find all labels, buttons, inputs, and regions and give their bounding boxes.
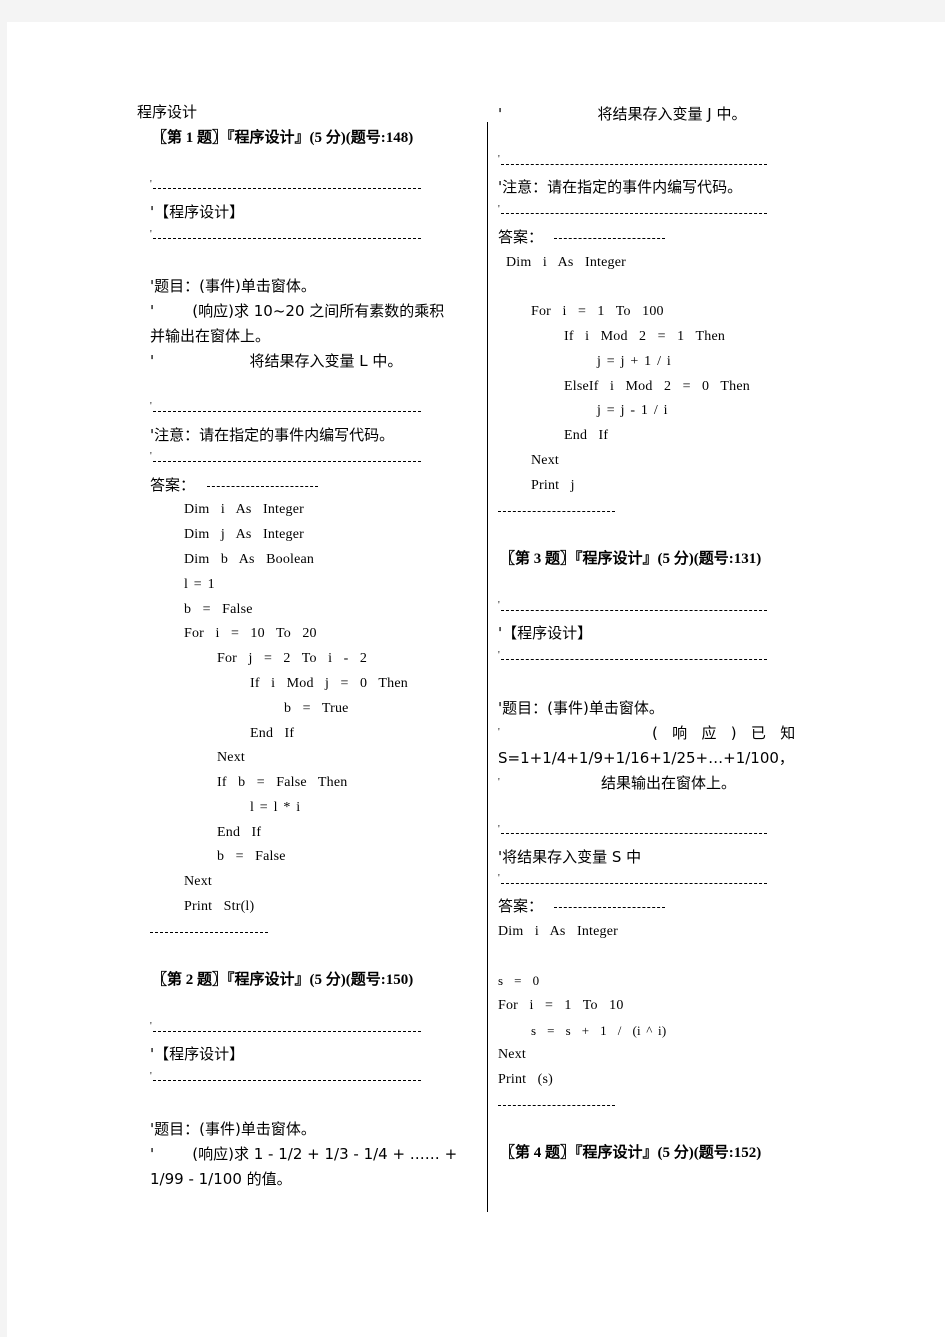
question-1-response-1: ' (响应)求 10~20 之间所有素数的乘积 (150, 302, 445, 320)
dashed-rule (153, 461, 421, 462)
question-2-note: '注意：请在指定的事件内编写代码。 (498, 178, 743, 196)
question-3-note: '将结果存入变量 S 中 (498, 848, 642, 866)
code-line: If b = False Then (217, 775, 348, 790)
question-1-tag: '【程序设计】 (150, 203, 245, 221)
question-1-answer-label: 答案： (150, 476, 196, 494)
comment-mark: ' (498, 873, 500, 884)
code-line: l = l * i (250, 800, 301, 815)
code-line: b = True (284, 701, 349, 716)
question-3-response-1: ( 响 应 ) 已 知 (652, 724, 796, 742)
comment-mark: ' (150, 1021, 152, 1032)
code-line: s = 0 (498, 973, 540, 988)
code-line: s = s + 1 / (i ^ i) (531, 1023, 667, 1038)
code-line: ElseIf i Mod 2 = 0 Then (564, 379, 750, 394)
dashed-rule (153, 188, 421, 189)
question-4-heading: 〖第 4 题〗『程序设计』(5 分)(题号:152) (500, 1145, 762, 1161)
question-2-heading: 〖第 2 题〗『程序设计』(5 分)(题号:150) (152, 972, 414, 988)
dashed-rule (498, 1105, 615, 1106)
question-2-answer-label: 答案： (498, 228, 544, 246)
dashed-rule (153, 1031, 421, 1032)
code-line: j = j - 1 / i (597, 403, 668, 418)
question-3-tag: '【程序设计】 (498, 624, 593, 642)
question-2-store: ' 将结果存入变量 J 中。 (498, 105, 747, 123)
code-line: Dim i As Integer (498, 924, 619, 939)
question-1-response-2: 并输出在窗体上。 (150, 327, 271, 345)
question-2-tag: '【程序设计】 (150, 1045, 245, 1063)
code-line: Next (217, 750, 246, 765)
code-line: If i Mod j = 0 Then (250, 676, 408, 691)
dashed-rule (554, 907, 665, 908)
comment-mark: ' (150, 451, 152, 462)
question-1-task: '题目：(事件)单击窗体。 (150, 277, 316, 295)
question-2-response-1: ' (响应)求 1 - 1/2 + 1/3 - 1/4 + …… + (150, 1145, 458, 1163)
question-3-response-2: S=1+1/4+1/9+1/16+1/25+…+1/100， (498, 749, 794, 767)
code-line: Dim i As Integer (184, 502, 305, 517)
dashed-rule (150, 932, 268, 933)
comment-mark: ' (498, 154, 500, 165)
question-3-store: 结果输出在窗体上。 (601, 774, 737, 792)
dashed-rule (501, 164, 767, 165)
question-2-task: '题目：(事件)单击窗体。 (150, 1120, 316, 1138)
question-3-heading: 〖第 3 题〗『程序设计』(5 分)(题号:131) (500, 551, 762, 567)
dashed-rule (153, 1080, 421, 1081)
code-line: For i = 1 To 100 (531, 304, 664, 319)
dashed-rule (501, 610, 767, 611)
comment-mark: ' (150, 179, 152, 190)
dashed-rule (501, 659, 767, 660)
question-3-answer-label: 答案： (498, 897, 544, 915)
code-line: Next (184, 874, 213, 889)
comment-mark: ' (498, 777, 500, 788)
code-line: Next (498, 1047, 527, 1062)
code-line: For i = 10 To 20 (184, 626, 317, 641)
code-line: Print (s) (498, 1072, 553, 1087)
dashed-rule (207, 486, 318, 487)
code-line: End If (250, 726, 295, 741)
code-line: l = 1 (184, 577, 215, 592)
question-2-response-2: 1/99 - 1/100 的值。 (150, 1170, 292, 1188)
question-1-store: ' 将结果存入变量 L 中。 (150, 352, 403, 370)
code-line: b = False (184, 602, 253, 617)
code-line: j = j + 1 / i (597, 354, 671, 369)
question-1-heading: 〖第 1 题〗『程序设计』(5 分)(题号:148) (152, 130, 414, 146)
dashed-rule (554, 238, 665, 239)
dashed-rule (501, 833, 767, 834)
code-line: For j = 2 To i - 2 (217, 651, 368, 666)
code-line: Dim j As Integer (184, 527, 305, 542)
code-line: End If (217, 825, 262, 840)
code-line: If i Mod 2 = 1 Then (564, 329, 726, 344)
code-line: Dim i As Integer (506, 255, 627, 270)
comment-mark: ' (150, 229, 152, 240)
code-line: Print j (531, 478, 575, 493)
comment-mark: ' (498, 204, 500, 215)
code-line: b = False (217, 849, 286, 864)
column-divider (487, 122, 488, 1212)
dashed-rule (498, 511, 615, 512)
code-line: Print Str(l) (184, 899, 255, 914)
comment-mark: ' (498, 727, 500, 738)
dashed-rule (153, 411, 421, 412)
section-title: 程序设计 (137, 103, 198, 121)
code-line: Dim b As Boolean (184, 552, 315, 567)
document-page: 程序设计 〖第 1 题〗『程序设计』(5 分)(题号:148) ' '【程序设计… (7, 22, 945, 1337)
question-1-note: '注意：请在指定的事件内编写代码。 (150, 426, 395, 444)
comment-mark: ' (498, 824, 500, 835)
dashed-rule (501, 213, 767, 214)
code-line: End If (564, 428, 609, 443)
comment-mark: ' (498, 650, 500, 661)
question-3-task: '题目：(事件)单击窗体。 (498, 699, 664, 717)
dashed-rule (501, 883, 767, 884)
code-line: For i = 1 To 10 (498, 998, 624, 1013)
comment-mark: ' (498, 600, 500, 611)
dashed-rule (153, 238, 421, 239)
comment-mark: ' (150, 1071, 152, 1082)
code-line: Next (531, 453, 560, 468)
comment-mark: ' (150, 401, 152, 412)
